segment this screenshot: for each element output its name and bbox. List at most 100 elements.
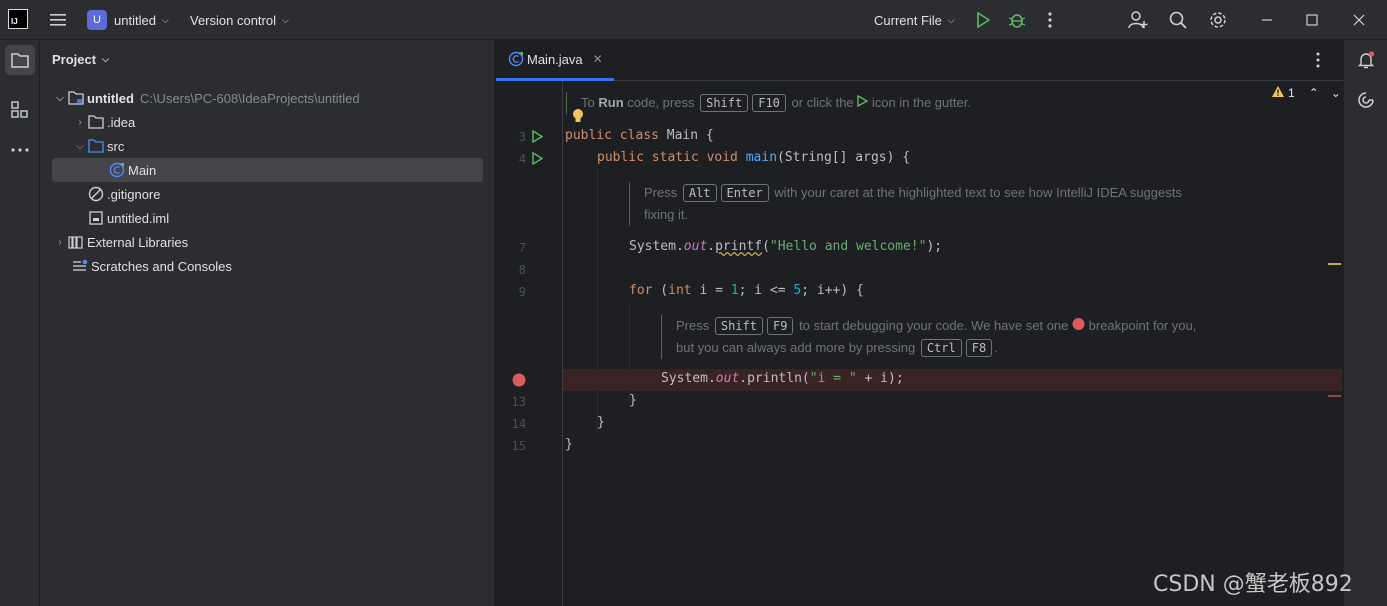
collapse-arrow-icon[interactable]: ⌵: [52, 93, 68, 104]
tree-node-gitignore[interactable]: .gitignore: [88, 182, 160, 206]
run-config-label: Current File: [874, 12, 942, 28]
line-number: 15: [511, 439, 526, 453]
code-line-3[interactable]: public class Main {: [565, 128, 714, 143]
project-badge: U: [87, 10, 107, 30]
expand-arrow-icon[interactable]: ›: [72, 117, 88, 128]
menu-icon[interactable]: [46, 8, 70, 32]
more-icon[interactable]: [1038, 8, 1062, 32]
project-widget[interactable]: U untitled ⌵: [87, 0, 169, 40]
key-f9: F9: [766, 317, 794, 335]
maximize-icon[interactable]: [1300, 8, 1324, 32]
watermark: CSDN @蟹老板892: [1153, 572, 1353, 597]
structure-tool-icon[interactable]: [5, 95, 35, 125]
line-number: 9: [518, 285, 526, 299]
tree-label: .idea: [107, 114, 136, 130]
code-line-9[interactable]: for (int i = 1; i <= 5; i++) {: [629, 283, 864, 298]
project-panel: Project ⌵ ⌵ untitled C:\Users\PC-608\Ide…: [40, 40, 495, 606]
module-file-icon: [88, 210, 104, 226]
project-panel-title: Project: [52, 52, 97, 67]
intellij-logo-icon[interactable]: IJ: [8, 9, 28, 29]
line-number: 4: [518, 152, 526, 166]
run-gutter-icon[interactable]: [532, 129, 544, 146]
notifications-icon[interactable]: [1351, 45, 1381, 75]
code-line-14[interactable]: }: [597, 415, 605, 430]
tree-node-idea[interactable]: › .idea: [72, 110, 135, 134]
line-number: 3: [518, 130, 526, 144]
gutter-separator: [562, 81, 563, 606]
line-number: 7: [518, 241, 526, 255]
tree-node-src[interactable]: ⌵ src: [72, 134, 124, 158]
doc-comment-run: To Run code, press Shift F10 or click the…: [566, 92, 971, 114]
code-line-15[interactable]: }: [565, 437, 573, 452]
line-number: 13: [511, 395, 526, 409]
settings-icon[interactable]: [1206, 8, 1230, 32]
key-shift: Shift: [714, 317, 763, 335]
tree-label: Main: [128, 162, 157, 178]
run-gutter-icon[interactable]: [532, 151, 544, 168]
next-highlight-icon[interactable]: ⌄: [1331, 86, 1341, 100]
line-number: 14: [511, 417, 526, 431]
title-bar: IJ U untitled ⌵ Version control ⌵ Curren…: [0, 0, 1387, 40]
debug-icon[interactable]: [1005, 8, 1029, 32]
tab-main-java[interactable]: Main.java ✕: [496, 40, 614, 81]
search-icon[interactable]: [1166, 8, 1190, 32]
version-control-widget[interactable]: Version control ⌵: [190, 0, 289, 40]
folder-icon: [88, 114, 104, 130]
add-user-icon[interactable]: [1126, 8, 1150, 32]
chevron-down-icon: ⌵: [282, 14, 289, 25]
code-editor[interactable]: Main.java ✕ 1 ⌃ ⌄ To Run code, press Shi…: [496, 40, 1343, 606]
warning-stripe-marker[interactable]: [1328, 263, 1341, 265]
chevron-down-icon: ⌵: [947, 14, 955, 25]
chevron-down-icon: ⌵: [161, 14, 169, 25]
key-f8: F8: [965, 339, 993, 357]
tree-label: .gitignore: [107, 186, 161, 202]
inspection-widget[interactable]: 1 ⌃ ⌄: [1272, 86, 1341, 100]
doc-comment-alt-enter: Press Alt Enter with your caret at the hi…: [629, 182, 1182, 226]
project-tool-button[interactable]: [5, 45, 35, 75]
breakpoint-icon: [1072, 318, 1085, 333]
tree-label: Scratches and Consoles: [91, 258, 232, 274]
bulb-icon[interactable]: [572, 108, 584, 127]
code-line-4[interactable]: public static void main(String[] args) {: [597, 150, 910, 165]
key-enter: Enter: [720, 184, 769, 202]
left-tool-strip: [0, 40, 40, 606]
tree-node-iml[interactable]: untitled.iml: [88, 206, 169, 230]
key-ctrl: Ctrl: [920, 339, 962, 357]
run-icon[interactable]: [971, 8, 995, 32]
project-path: C:\Users\PC-608\IdeaProjects\untitled: [139, 90, 360, 106]
tree-label: External Libraries: [87, 234, 189, 250]
breakpoint-icon[interactable]: [512, 373, 526, 390]
indent-guide: [597, 170, 598, 432]
java-class-icon: [508, 51, 524, 67]
prev-highlight-icon[interactable]: ⌃: [1309, 86, 1319, 100]
java-class-icon: [109, 162, 125, 178]
code-line-7[interactable]: System.out.printf("Hello and welcome!");: [629, 239, 942, 254]
project-name: untitled: [114, 12, 156, 28]
tree-node-main[interactable]: Main: [52, 158, 483, 182]
doc-comment-debug: Press Shift F9 to start debugging your co…: [661, 315, 1196, 359]
collapse-arrow-icon[interactable]: ⌵: [72, 141, 88, 152]
key-f10: F10: [752, 94, 786, 112]
close-tab-icon[interactable]: ✕: [593, 52, 603, 66]
close-icon[interactable]: [1347, 8, 1371, 32]
tree-node-untitled[interactable]: ⌵ untitled C:\Users\PC-608\IdeaProjects\…: [52, 86, 360, 110]
tree-node-external-libraries[interactable]: › External Libraries: [52, 230, 188, 254]
right-tool-strip: [1343, 40, 1387, 606]
breakpoint-stripe-marker[interactable]: [1328, 395, 1341, 397]
tab-label: Main.java: [527, 51, 583, 67]
more-tools-icon[interactable]: [5, 135, 35, 165]
scratches-icon: [72, 258, 88, 274]
minimize-icon[interactable]: [1255, 8, 1279, 32]
expand-arrow-icon[interactable]: ›: [52, 237, 68, 248]
library-icon: [68, 234, 84, 250]
chevron-down-icon: ⌵: [102, 54, 109, 64]
code-line-13[interactable]: }: [629, 393, 637, 408]
tree-node-scratches[interactable]: Scratches and Consoles: [72, 254, 232, 278]
ai-assistant-icon[interactable]: [1351, 85, 1381, 115]
key-shift: Shift: [700, 94, 749, 112]
project-panel-header[interactable]: Project ⌵: [52, 52, 109, 67]
vcs-label: Version control: [190, 12, 276, 28]
code-line-12[interactable]: System.out.println("i = " + i);: [661, 371, 904, 386]
run-config-selector[interactable]: Current File ⌵: [874, 0, 955, 40]
tab-options-icon[interactable]: [1316, 52, 1320, 71]
